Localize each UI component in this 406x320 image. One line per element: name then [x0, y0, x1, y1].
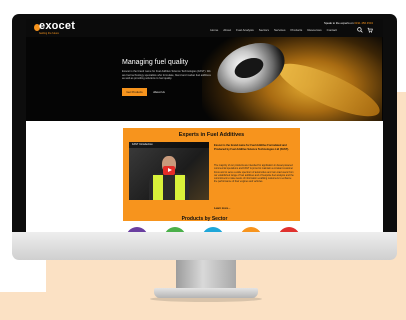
experts-body-text: The majority of our products are intende…: [214, 164, 294, 184]
nav-item-home[interactable]: Home: [210, 28, 218, 32]
experts-lead-text: Exocet is the brand name for Fuel Additi…: [214, 144, 289, 151]
site-header: exocet fuelling the future Speak to the …: [26, 19, 383, 37]
contact-phone[interactable]: 0191 456 4543: [354, 21, 373, 25]
sector-circle-3[interactable]: [202, 227, 224, 232]
main-nav: Home About Fuel Analysis Sectors Service…: [210, 28, 337, 32]
get-products-button[interactable]: Get Products: [122, 88, 147, 96]
hero-title: Managing fuel quality: [122, 59, 189, 66]
play-icon: [168, 168, 172, 172]
hero-description: Exocet is the brand name for Fuel Additi…: [122, 70, 211, 81]
nav-item-contact[interactable]: Contact: [327, 28, 337, 32]
monitor-stand-neck: [176, 260, 236, 290]
sector-circle-2[interactable]: [164, 227, 186, 232]
nav-item-products[interactable]: Products: [290, 28, 302, 32]
learn-more-link[interactable]: Learn more...: [214, 207, 230, 210]
hero-banner: Managing fuel quality Exocet is the bran…: [26, 37, 383, 121]
nav-item-sectors[interactable]: Sectors: [259, 28, 269, 32]
logo-text: exocet: [39, 20, 76, 32]
sector-circle-5[interactable]: [278, 227, 300, 232]
sector-circle-1[interactable]: [126, 227, 148, 232]
header-contact: Speak to the experts on 0191 456 4543: [324, 21, 373, 25]
sectors-title: Products by Sector: [181, 216, 228, 222]
nav-item-about[interactable]: About: [223, 28, 231, 32]
nav-item-services[interactable]: Services: [274, 28, 286, 32]
website-screen: exocet fuelling the future Speak to the …: [26, 19, 383, 232]
site-logo[interactable]: exocet fuelling the future: [34, 20, 90, 35]
search-icon[interactable]: [357, 27, 363, 33]
nav-item-fuel-analysis[interactable]: Fuel Analysis: [236, 28, 254, 32]
intro-video-player[interactable]: FAST Introduction: [129, 142, 209, 200]
video-hi-vis-vest-right: [175, 175, 185, 200]
contact-label: Speak to the experts on: [324, 21, 354, 25]
video-hi-vis-vest-left: [153, 175, 163, 200]
monitor-chin: [12, 232, 397, 260]
experts-section: Experts in Fuel Additives FAST Introduct…: [123, 128, 300, 221]
nav-item-resources[interactable]: Resources: [307, 28, 321, 32]
video-title: FAST Introduction: [132, 143, 153, 146]
cart-icon[interactable]: [367, 27, 373, 33]
about-us-button[interactable]: About Us: [150, 88, 168, 96]
logo-tagline: fuelling the future: [39, 32, 59, 35]
sector-circle-4[interactable]: [240, 227, 262, 232]
experts-title: Experts in Fuel Additives: [178, 132, 245, 138]
monitor-stand-base: [154, 288, 258, 298]
